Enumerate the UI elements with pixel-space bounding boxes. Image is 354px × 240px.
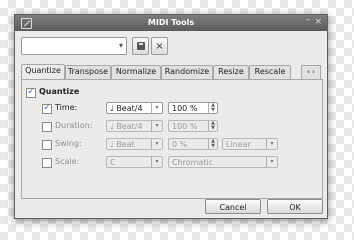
tab-randomize[interactable]: Randomize bbox=[161, 65, 213, 79]
time-label: Time: bbox=[55, 103, 78, 112]
delete-icon: × bbox=[155, 40, 164, 52]
tab-bar: Quantize Transpose Normalize Randomize R… bbox=[21, 64, 321, 80]
swing-label: Swing: bbox=[55, 139, 82, 148]
preset-combo[interactable]: ▾ bbox=[21, 37, 127, 55]
minimize-button[interactable]: – bbox=[306, 15, 311, 25]
chevron-down-icon: ▾ bbox=[266, 157, 277, 167]
duration-checkbox[interactable] bbox=[42, 122, 52, 132]
save-preset-button[interactable] bbox=[132, 37, 149, 55]
chevron-down-icon: ▾ bbox=[266, 139, 277, 149]
scale-label: Scale: bbox=[55, 157, 80, 166]
time-spin[interactable]: 100 % ▲ ▼ bbox=[168, 102, 218, 114]
quantize-panel: Quantize Time: ♩ Beat/4 ▾ 100 % ▲▼ Durat… bbox=[21, 79, 323, 199]
swing-mode-value: Linear bbox=[226, 140, 251, 149]
scale-root-value: C bbox=[110, 158, 116, 167]
chevron-down-icon: ▾ bbox=[151, 139, 162, 149]
time-checkbox[interactable] bbox=[42, 104, 52, 114]
scale-root-combo[interactable]: C ▾ bbox=[106, 156, 163, 168]
tab-quantize[interactable]: Quantize bbox=[21, 64, 65, 79]
spin-arrows-icon[interactable]: ▲ ▼ bbox=[208, 103, 217, 113]
quantize-heading: Quantize bbox=[39, 87, 80, 96]
midi-tools-window: MIDI Tools – × ▾ × Quantize Transpose No… bbox=[14, 14, 328, 219]
swing-checkbox[interactable] bbox=[42, 140, 52, 150]
scale-type-combo[interactable]: Chromatic ▾ bbox=[168, 156, 278, 168]
scale-checkbox[interactable] bbox=[42, 158, 52, 168]
time-value: ♩ Beat/4 bbox=[110, 104, 143, 113]
save-icon bbox=[136, 42, 145, 50]
swing-mode-combo[interactable]: Linear ▾ bbox=[222, 138, 278, 150]
quantize-checkbox[interactable] bbox=[26, 88, 36, 98]
title-bar: MIDI Tools – × bbox=[15, 15, 327, 31]
swing-combo[interactable]: ♩ Beat ▾ bbox=[106, 138, 163, 150]
window-title: MIDI Tools bbox=[147, 18, 195, 27]
duration-value: ♩ Beat/4 bbox=[110, 122, 143, 131]
swing-spin-value: 0 % bbox=[172, 140, 188, 149]
spin-arrows-icon[interactable]: ▲ ▼ bbox=[208, 139, 217, 149]
ok-button[interactable]: OK bbox=[267, 199, 323, 214]
spin-arrows-icon[interactable]: ▲ ▼ bbox=[208, 121, 217, 131]
tab-scroll-arrows[interactable]: ‹ › bbox=[301, 65, 321, 80]
duration-label: Duration: bbox=[55, 121, 93, 130]
duration-spin-value: 100 % bbox=[172, 122, 198, 131]
tab-transpose[interactable]: Transpose bbox=[65, 65, 111, 79]
preset-toolbar: ▾ × bbox=[21, 37, 321, 55]
chevron-down-icon: ▾ bbox=[151, 103, 162, 113]
swing-value: ♩ Beat bbox=[110, 140, 135, 149]
close-button[interactable]: × bbox=[314, 17, 322, 27]
tab-rescale[interactable]: Rescale bbox=[249, 65, 291, 79]
chevron-down-icon: ▾ bbox=[151, 157, 162, 167]
swing-spin[interactable]: 0 % ▲ ▼ bbox=[168, 138, 218, 150]
time-spin-value: 100 % bbox=[172, 104, 198, 113]
cancel-button[interactable]: Cancel bbox=[205, 199, 261, 214]
tab-normalize[interactable]: Normalize bbox=[111, 65, 161, 79]
delete-preset-button[interactable]: × bbox=[151, 37, 168, 55]
duration-spin[interactable]: 100 % ▲ ▼ bbox=[168, 120, 218, 132]
time-combo[interactable]: ♩ Beat/4 ▾ bbox=[106, 102, 163, 114]
chevron-down-icon: ▾ bbox=[151, 121, 162, 131]
duration-combo[interactable]: ♩ Beat/4 ▾ bbox=[106, 120, 163, 132]
scale-type-value: Chromatic bbox=[172, 158, 214, 167]
tab-resize[interactable]: Resize bbox=[213, 65, 249, 79]
chevron-down-icon: ▾ bbox=[118, 41, 123, 50]
